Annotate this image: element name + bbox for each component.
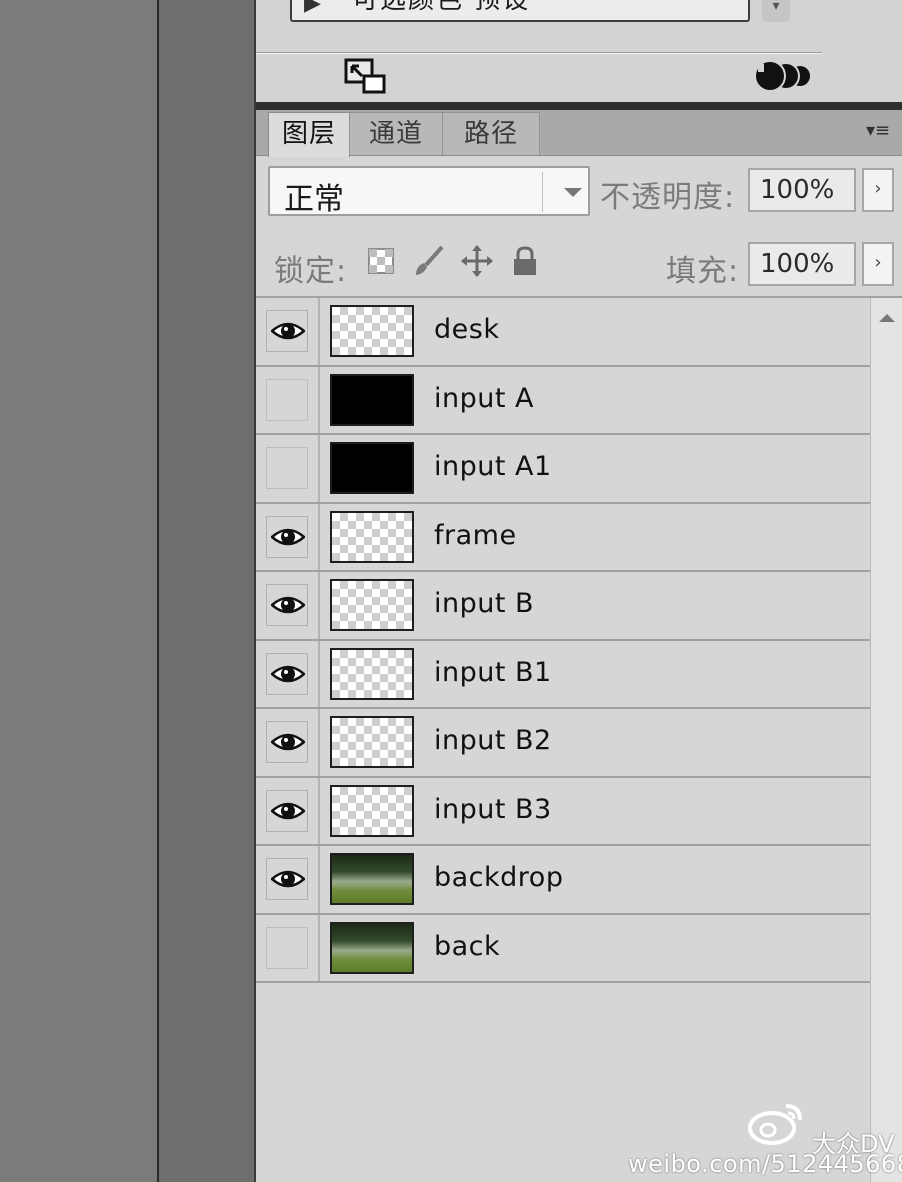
fill-label: 填充: [666, 254, 740, 289]
column-divider [318, 709, 320, 776]
layer-name[interactable]: input B3 [434, 794, 552, 825]
tab-channels[interactable]: 通道 [349, 112, 443, 155]
lock-paint-icon[interactable] [412, 244, 446, 278]
visibility-toggle-icon[interactable] [754, 58, 814, 94]
eye-icon[interactable] [266, 858, 308, 900]
layer-name[interactable]: backdrop [434, 862, 563, 893]
layer-name[interactable]: input B [434, 588, 534, 619]
layers-panel: 图层 通道 路径 ▾≡ 正常 不透明度: 100% › 锁定: 填充: 100%… [256, 110, 902, 1182]
column-divider [318, 846, 320, 913]
tab-layers[interactable]: 图层 [268, 112, 350, 157]
column-divider [318, 640, 320, 707]
eye-icon[interactable] [266, 515, 308, 558]
eye-icon[interactable] [266, 310, 308, 352]
layer-name[interactable]: input A1 [434, 451, 552, 482]
layer-row[interactable]: frame [256, 503, 870, 572]
watermark-url: weibo.com/512445668 [628, 1150, 902, 1178]
column-divider [318, 572, 320, 639]
layer-name[interactable]: input A [434, 383, 534, 414]
adjustments-panel: ▶ 可选颜色 预设 ▾ [256, 0, 902, 102]
panel-menu-icon[interactable]: ▾≡ [866, 120, 896, 144]
layer-thumbnail[interactable] [330, 647, 414, 700]
layer-row[interactable]: input B1 [256, 640, 870, 709]
visibility-toggle-empty[interactable] [266, 378, 308, 421]
lock-move-icon[interactable] [460, 244, 494, 278]
layer-row[interactable]: input B2 [256, 709, 870, 778]
layer-name[interactable]: frame [434, 520, 517, 551]
eye-icon[interactable] [266, 721, 308, 763]
column-divider [318, 435, 320, 502]
layer-row[interactable]: backdrop [256, 846, 870, 915]
column-divider [318, 777, 320, 844]
layer-name[interactable]: input B1 [434, 657, 552, 688]
layer-thumbnail[interactable] [330, 921, 414, 974]
lock-label: 锁定: [274, 254, 348, 289]
column-divider [318, 914, 320, 981]
eye-icon[interactable] [266, 789, 308, 832]
layer-thumbnail[interactable] [330, 442, 414, 494]
layer-thumbnail[interactable] [330, 305, 414, 357]
opacity-label: 不透明度: [600, 180, 736, 215]
workspace-gap [159, 0, 254, 1182]
weibo-logo-icon [748, 1104, 802, 1145]
layer-row[interactable]: input A [256, 366, 870, 435]
panel-divider [256, 102, 902, 110]
layer-row[interactable]: input A1 [256, 435, 870, 504]
column-divider [318, 298, 320, 365]
opacity-input[interactable]: 100% [748, 168, 856, 212]
fill-input[interactable]: 100% [748, 242, 856, 286]
eye-icon[interactable] [266, 584, 308, 626]
eye-icon[interactable] [266, 652, 308, 695]
clip-to-layer-icon[interactable] [344, 58, 388, 94]
layer-row[interactable]: input B [256, 572, 870, 641]
column-divider [318, 503, 320, 570]
layer-thumbnail[interactable] [330, 373, 414, 426]
fill-slider-button[interactable]: › [862, 242, 894, 286]
layer-thumbnail[interactable] [330, 784, 414, 837]
layer-row[interactable]: desk [256, 298, 870, 367]
layer-name[interactable]: back [434, 931, 500, 962]
canvas-area [0, 0, 157, 1182]
layer-thumbnail[interactable] [330, 510, 414, 563]
layer-row[interactable]: input B3 [256, 777, 870, 846]
layer-name[interactable]: input B2 [434, 725, 552, 756]
layer-name[interactable]: desk [434, 314, 499, 345]
lock-transparent-icon[interactable] [364, 244, 398, 278]
play-icon: ▶ [304, 0, 321, 16]
layer-row[interactable]: back [256, 914, 870, 983]
opacity-slider-button[interactable]: › [862, 168, 894, 212]
preset-dropdown-label: 可选颜色 预设 [352, 0, 531, 15]
visibility-toggle-empty[interactable] [266, 926, 308, 969]
chevron-down-icon [564, 188, 582, 197]
layer-thumbnail[interactable] [330, 579, 414, 631]
watermark: 大众DV weibo.com/512445668 [628, 1098, 902, 1178]
blend-mode-value: 正常 [284, 182, 344, 217]
column-divider [318, 366, 320, 433]
preset-dropdown[interactable]: ▶ 可选颜色 预设 [290, 0, 750, 22]
layer-thumbnail[interactable] [330, 853, 414, 905]
divider-highlight [256, 53, 822, 54]
select-divider [542, 172, 543, 212]
scroll-up-arrow-icon[interactable] [879, 314, 895, 322]
preset-dropdown-arrow[interactable]: ▾ [762, 0, 790, 22]
layer-thumbnail[interactable] [330, 716, 414, 768]
tab-paths[interactable]: 路径 [442, 112, 540, 155]
tab-strip: 图层 通道 路径 ▾≡ [256, 110, 902, 157]
layer-list: desk input A input A1 frame input B input B1 i… [256, 298, 870, 983]
visibility-toggle-empty[interactable] [266, 447, 308, 489]
lock-all-icon[interactable] [508, 244, 542, 278]
blend-mode-select[interactable]: 正常 [268, 166, 590, 217]
layer-list-scrollbar[interactable] [870, 298, 902, 1182]
